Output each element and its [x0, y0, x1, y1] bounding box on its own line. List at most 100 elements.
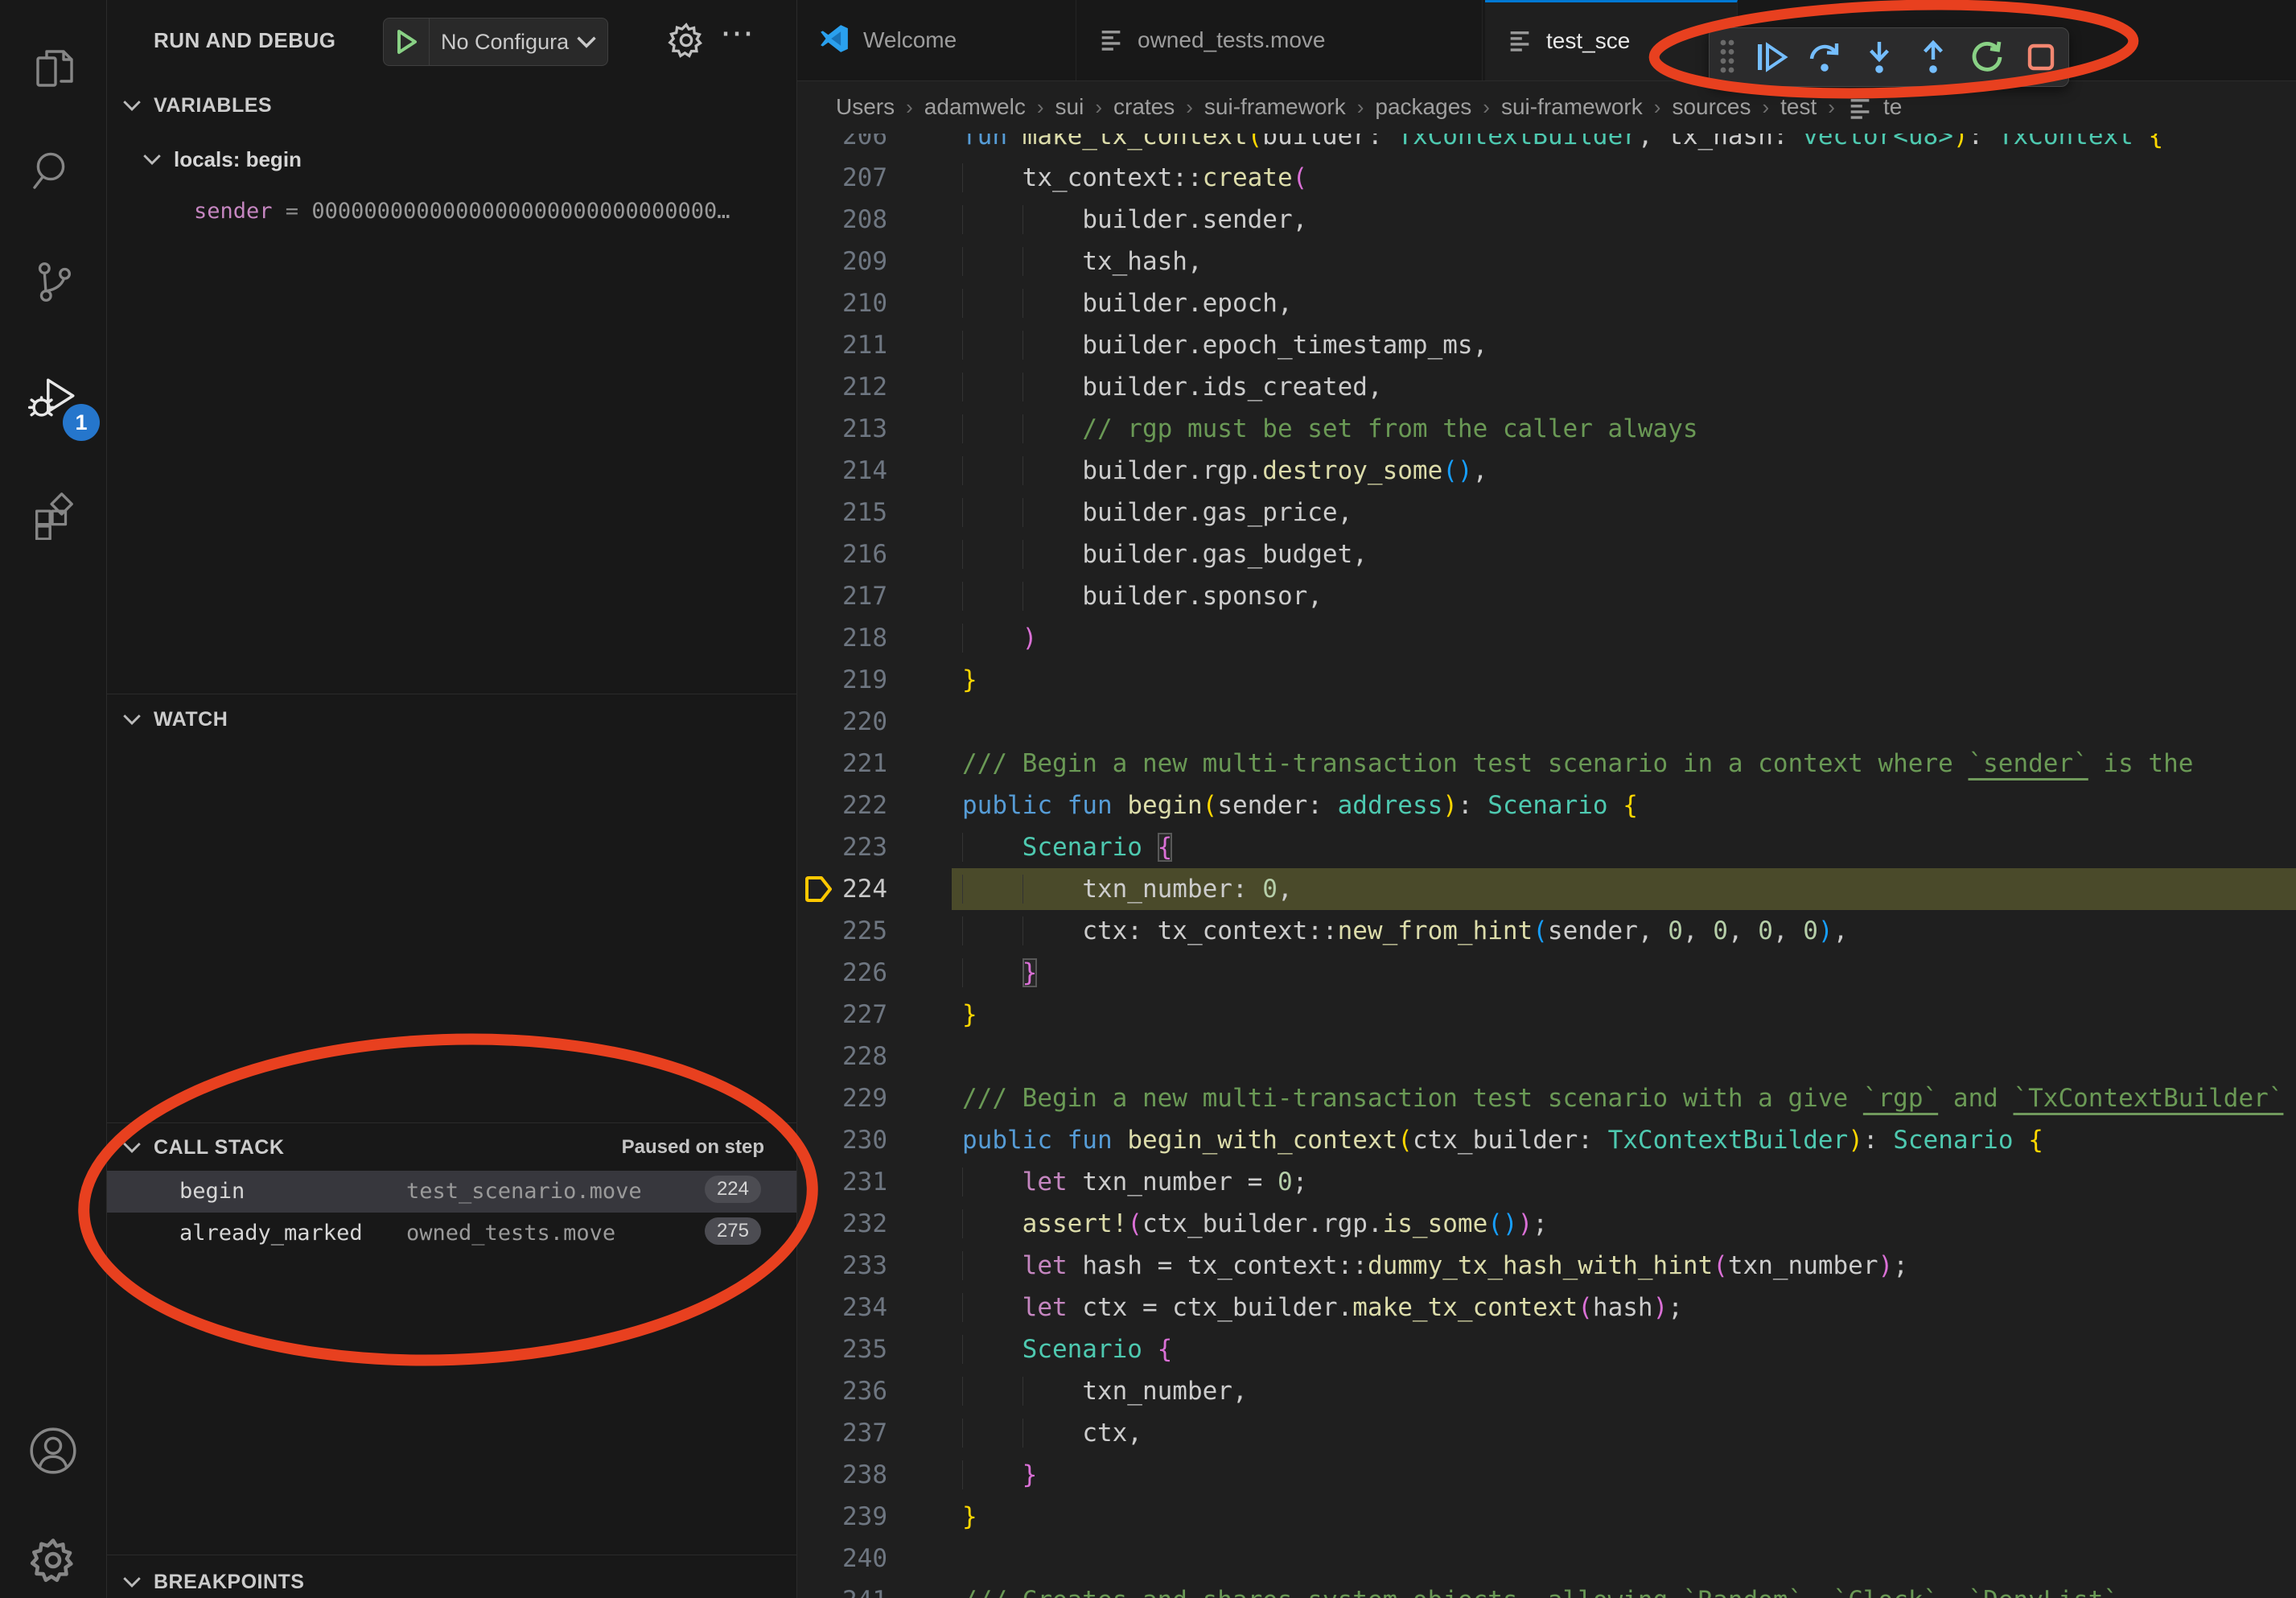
step-into-icon[interactable]: [1852, 31, 1906, 83]
code-line[interactable]: 219}: [797, 659, 2296, 701]
line-number[interactable]: 234: [797, 1287, 887, 1328]
variable-row[interactable]: sender = 0000000000000000000000000000000…: [107, 190, 796, 232]
line-number[interactable]: 211: [797, 324, 887, 366]
code-line[interactable]: 239}: [797, 1496, 2296, 1538]
activity-source-control-icon[interactable]: [0, 237, 106, 326]
call-stack-section-header[interactable]: CALL STACK Paused on step: [107, 1126, 796, 1168]
code-line[interactable]: 220: [797, 701, 2296, 743]
variables-section-header[interactable]: VARIABLES: [107, 84, 796, 126]
tab-test_sce[interactable]: test_sce: [1485, 0, 1738, 80]
tab-welcome[interactable]: Welcome: [797, 0, 1076, 80]
code-line[interactable]: 230public fun begin_with_context(ctx_bui…: [797, 1119, 2296, 1161]
call-stack-frame[interactable]: already_markedowned_tests.move275: [107, 1213, 796, 1254]
line-number[interactable]: 218: [797, 617, 887, 659]
line-number[interactable]: 208: [797, 199, 887, 241]
watch-section-header[interactable]: WATCH: [107, 698, 796, 740]
breadcrumb-item[interactable]: sources: [1672, 94, 1751, 120]
code-line[interactable]: 231 let txn_number = 0;: [797, 1161, 2296, 1203]
line-number[interactable]: 227: [797, 994, 887, 1036]
code-line[interactable]: 210 builder.epoch,: [797, 282, 2296, 324]
code-line[interactable]: 234 let ctx = ctx_builder.make_tx_contex…: [797, 1287, 2296, 1328]
line-number[interactable]: 230: [797, 1119, 887, 1161]
activity-debug-icon[interactable]: 1: [0, 354, 106, 443]
code-line[interactable]: 229/// Begin a new multi-transaction tes…: [797, 1077, 2296, 1119]
breadcrumb-item[interactable]: adamwelc: [924, 94, 1026, 120]
line-number[interactable]: 232: [797, 1203, 887, 1245]
line-number[interactable]: 222: [797, 785, 887, 826]
code-line[interactable]: 207 tx_context::create(: [797, 157, 2296, 199]
line-number[interactable]: 213: [797, 408, 887, 450]
line-number[interactable]: 214: [797, 450, 887, 492]
line-number[interactable]: 229: [797, 1077, 887, 1119]
code-line[interactable]: 233 let hash = tx_context::dummy_tx_hash…: [797, 1245, 2296, 1287]
start-debug-icon[interactable]: [384, 19, 430, 65]
breadcrumb[interactable]: Users›adamwelc›sui›crates›sui-framework›…: [797, 80, 2296, 134]
tab-owned_tests-move[interactable]: owned_tests.move: [1076, 0, 1483, 80]
line-number[interactable]: 217: [797, 575, 887, 617]
stop-icon[interactable]: [2014, 31, 2068, 83]
breadcrumb-item[interactable]: Users: [836, 94, 895, 120]
line-number[interactable]: 231: [797, 1161, 887, 1203]
gear-icon[interactable]: [664, 18, 709, 63]
step-out-icon[interactable]: [1906, 31, 1960, 83]
line-number[interactable]: 233: [797, 1245, 887, 1287]
ellipsis-icon[interactable]: ⋯: [720, 13, 756, 52]
code-line[interactable]: 217 builder.sponsor,: [797, 575, 2296, 617]
code-line[interactable]: 211 builder.epoch_timestamp_ms,: [797, 324, 2296, 366]
line-number[interactable]: 240: [797, 1538, 887, 1579]
activity-files-icon[interactable]: [0, 24, 106, 113]
activity-extensions-icon[interactable]: [0, 471, 106, 559]
line-number[interactable]: 220: [797, 701, 887, 743]
variables-scope-row[interactable]: locals: begin: [107, 138, 796, 180]
continue-icon[interactable]: [1743, 31, 1797, 83]
code-editor[interactable]: 206fun make_tx_context(builder: TxContex…: [797, 115, 2296, 1598]
activity-search-icon[interactable]: [0, 127, 106, 216]
code-line[interactable]: 216 builder.gas_budget,: [797, 533, 2296, 575]
code-line[interactable]: 212 builder.ids_created,: [797, 366, 2296, 408]
code-line[interactable]: 223 Scenario {: [797, 826, 2296, 868]
breadcrumb-item[interactable]: packages: [1375, 94, 1471, 120]
code-line[interactable]: 226 }: [797, 952, 2296, 994]
line-number[interactable]: 236: [797, 1370, 887, 1412]
breadcrumb-item[interactable]: test: [1780, 94, 1817, 120]
code-line[interactable]: 240: [797, 1538, 2296, 1579]
code-line[interactable]: 221/// Begin a new multi-transaction tes…: [797, 743, 2296, 785]
code-line[interactable]: 224 txn_number: 0,: [797, 868, 2296, 910]
restart-icon[interactable]: [1960, 31, 2014, 83]
code-line[interactable]: 238 }: [797, 1454, 2296, 1496]
line-number[interactable]: 223: [797, 826, 887, 868]
breadcrumb-item[interactable]: te: [1883, 94, 1902, 120]
step-over-icon[interactable]: [1798, 31, 1852, 83]
code-line[interactable]: 241/// Creates and shares system objects…: [797, 1579, 2296, 1598]
breadcrumb-item[interactable]: sui-framework: [1501, 94, 1643, 120]
activity-settings-gear-icon[interactable]: [0, 1516, 106, 1598]
activity-account-icon[interactable]: [0, 1406, 106, 1495]
line-number[interactable]: 207: [797, 157, 887, 199]
line-number[interactable]: 216: [797, 533, 887, 575]
code-line[interactable]: 218 ): [797, 617, 2296, 659]
line-number[interactable]: 212: [797, 366, 887, 408]
line-number[interactable]: 209: [797, 241, 887, 282]
code-line[interactable]: 228: [797, 1036, 2296, 1077]
line-number[interactable]: 241: [797, 1579, 887, 1598]
call-stack-frame[interactable]: begintest_scenario.move224: [107, 1171, 796, 1213]
code-line[interactable]: 237 ctx,: [797, 1412, 2296, 1454]
code-line[interactable]: 227}: [797, 994, 2296, 1036]
code-line[interactable]: 208 builder.sender,: [797, 199, 2296, 241]
line-number[interactable]: 235: [797, 1328, 887, 1370]
breadcrumb-item[interactable]: crates: [1113, 94, 1175, 120]
line-number[interactable]: 226: [797, 952, 887, 994]
code-line[interactable]: 215 builder.gas_price,: [797, 492, 2296, 533]
line-number[interactable]: 219: [797, 659, 887, 701]
line-number[interactable]: 215: [797, 492, 887, 533]
code-line[interactable]: 209 tx_hash,: [797, 241, 2296, 282]
line-number[interactable]: 221: [797, 743, 887, 785]
breadcrumb-item[interactable]: sui-framework: [1204, 94, 1346, 120]
debug-config-dropdown[interactable]: No Configura: [383, 18, 608, 66]
code-line[interactable]: 236 txn_number,: [797, 1370, 2296, 1412]
code-line[interactable]: 222public fun begin(sender: address): Sc…: [797, 785, 2296, 826]
line-number[interactable]: 228: [797, 1036, 887, 1077]
line-number[interactable]: 238: [797, 1454, 887, 1496]
line-number[interactable]: 239: [797, 1496, 887, 1538]
code-line[interactable]: 235 Scenario {: [797, 1328, 2296, 1370]
